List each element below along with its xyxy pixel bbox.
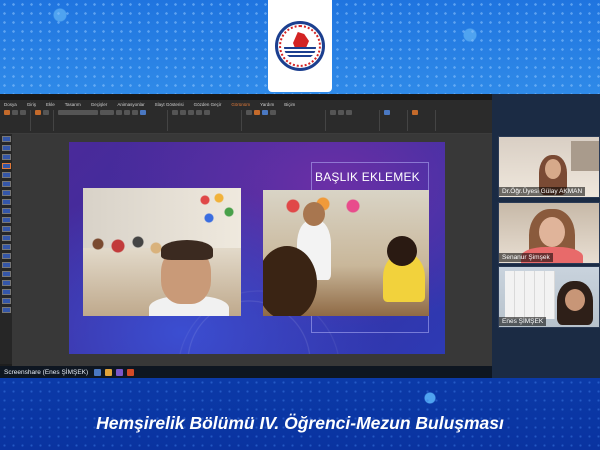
slide-thumbnail[interactable] — [1, 136, 11, 142]
slide-thumbnail[interactable] — [1, 253, 11, 259]
screenshare-label: Screenshare (Enes ŞİMŞEK) — [2, 368, 91, 376]
bold-icon[interactable] — [116, 110, 122, 115]
designer-icon[interactable] — [412, 110, 418, 115]
slide-thumbnail[interactable] — [1, 226, 11, 232]
participant-video-tile[interactable]: Dr.Öğr.Üyesi Gülay AKMAN — [498, 136, 600, 198]
tab-animations[interactable]: Animasyonlar — [117, 102, 144, 107]
ribbon-group-drawing — [246, 110, 326, 131]
ribbon-group-clipboard — [4, 110, 31, 131]
university-logo — [268, 0, 332, 92]
tab-insert[interactable]: Ekle — [46, 102, 55, 107]
logo-emblem-icon — [275, 21, 325, 71]
cut-icon[interactable] — [12, 110, 18, 115]
find-icon[interactable] — [330, 110, 336, 115]
align-center-icon[interactable] — [196, 110, 202, 115]
slide-thumbnail[interactable] — [1, 280, 11, 286]
tab-help[interactable]: Yardım — [260, 102, 274, 107]
ribbon-group-voice — [384, 110, 408, 131]
dictate-icon[interactable] — [384, 110, 390, 115]
font-family-select[interactable] — [58, 110, 98, 115]
italic-icon[interactable] — [124, 110, 130, 115]
slide-thumbnail[interactable] — [1, 172, 11, 178]
shape-fill-icon[interactable] — [270, 110, 276, 115]
numbering-icon[interactable] — [180, 110, 186, 115]
arrange-icon[interactable] — [254, 110, 260, 115]
slide-thumbnail[interactable] — [1, 289, 11, 295]
teams-icon[interactable] — [116, 368, 124, 376]
slide-thumbnail[interactable] — [1, 145, 11, 151]
slide-thumbnail[interactable] — [1, 217, 11, 223]
tab-slideshow[interactable]: Slayt Gösterisi — [155, 102, 184, 107]
ribbon-group-editing — [330, 110, 380, 131]
tab-format[interactable]: Biçim — [284, 102, 295, 107]
participant-video-tile[interactable]: Enes ŞİMŞEK — [498, 266, 600, 328]
windows-taskbar: Screenshare (Enes ŞİMŞEK) — [0, 366, 492, 378]
file-explorer-icon[interactable] — [94, 368, 102, 376]
new-slide-icon[interactable] — [35, 110, 41, 115]
participant-video-tile[interactable]: Senanur Şimşek — [498, 202, 600, 264]
tab-home[interactable]: Giriş — [27, 102, 36, 107]
slide-thumbnail[interactable] — [1, 298, 11, 304]
ribbon-group-paragraph — [172, 110, 242, 131]
tab-design[interactable]: Tasarım — [65, 102, 81, 107]
layout-icon[interactable] — [43, 110, 49, 115]
slide-thumbnail[interactable] — [1, 271, 11, 277]
paste-icon[interactable] — [4, 110, 10, 115]
tab-transitions[interactable]: Geçişler — [91, 102, 108, 107]
tab-view[interactable]: Görünüm — [231, 102, 250, 107]
slide-title[interactable]: BAŞLIK EKLEMEK — [315, 170, 420, 184]
slide-thumbnail[interactable] — [1, 181, 11, 187]
select-icon[interactable] — [346, 110, 352, 115]
tab-file[interactable]: Dosya — [4, 102, 17, 107]
replace-icon[interactable] — [338, 110, 344, 115]
event-caption: Hemşirelik Bölümü IV. Öğrenci-Mezun Bulu… — [96, 413, 504, 433]
slide-thumbnail[interactable] — [1, 190, 11, 196]
align-right-icon[interactable] — [204, 110, 210, 115]
screenshare-window: Dosya Giriş Ekle Tasarım Geçişler Animas… — [0, 94, 492, 378]
folder-icon[interactable] — [105, 368, 113, 376]
powerpoint-icon[interactable] — [127, 368, 135, 376]
slide-thumbnail[interactable] — [1, 154, 11, 160]
align-left-icon[interactable] — [188, 110, 194, 115]
ribbon-group-font — [58, 110, 168, 131]
ribbon-tabs: Dosya Giriş Ekle Tasarım Geçişler Animas… — [0, 100, 492, 108]
font-size-select[interactable] — [100, 110, 114, 115]
slide-photo-selfie[interactable] — [83, 188, 241, 316]
tab-review[interactable]: Gözden Geçir — [194, 102, 222, 107]
slide-thumbnail[interactable] — [1, 199, 11, 205]
font-color-icon[interactable] — [140, 110, 146, 115]
slide-photo-classroom[interactable] — [263, 190, 429, 316]
slide-thumbnail[interactable] — [1, 235, 11, 241]
shapes-icon[interactable] — [246, 110, 252, 115]
quick-styles-icon[interactable] — [262, 110, 268, 115]
participant-name: Senanur Şimşek — [499, 253, 553, 262]
slide-editor-canvas: BAŞLIK EKLEMEK — [12, 134, 492, 366]
current-slide[interactable]: BAŞLIK EKLEMEK — [69, 142, 445, 354]
ribbon-group-designer — [412, 110, 436, 131]
participant-name: Enes ŞİMŞEK — [499, 317, 547, 326]
slide-thumbnail[interactable] — [1, 163, 11, 169]
slide-thumbnails-pane — [0, 134, 12, 364]
participant-name: Dr.Öğr.Üyesi Gülay AKMAN — [499, 187, 586, 196]
slide-thumbnail[interactable] — [1, 208, 11, 214]
ribbon-group-slides — [35, 110, 54, 131]
slide-thumbnail[interactable] — [1, 307, 11, 313]
slide-thumbnail[interactable] — [1, 262, 11, 268]
slide-thumbnail[interactable] — [1, 244, 11, 250]
ribbon-toolbar — [0, 108, 492, 134]
copy-icon[interactable] — [20, 110, 26, 115]
underline-icon[interactable] — [132, 110, 138, 115]
bullets-icon[interactable] — [172, 110, 178, 115]
